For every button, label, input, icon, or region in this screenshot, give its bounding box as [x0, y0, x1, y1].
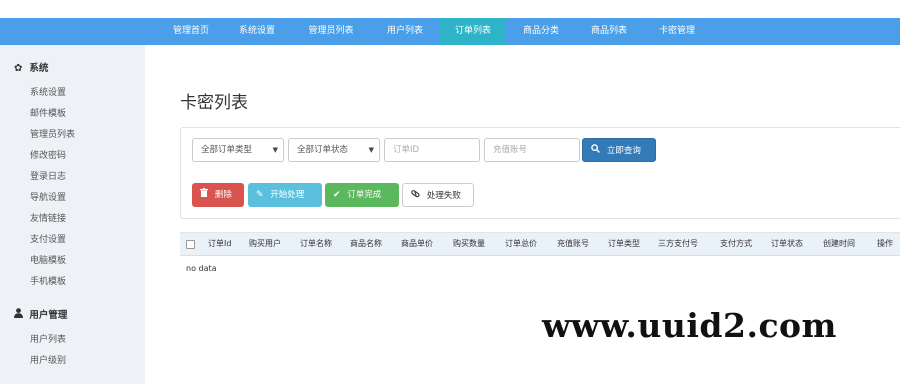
caret-down-icon: ▼	[368, 146, 374, 154]
column-header[interactable]: 订单总价	[505, 232, 537, 256]
top-strip	[0, 0, 900, 18]
column-header[interactable]: 购买数量	[453, 232, 485, 256]
order-type-select-value: 全部订单类型	[201, 145, 253, 155]
sidebar-item-user-list[interactable]: 用户列表	[30, 332, 66, 345]
sidebar-header-system: ✿ 系统	[14, 60, 48, 74]
sidebar-item-nav-settings[interactable]: 导航设置	[30, 190, 66, 203]
column-header[interactable]: 创建时间	[823, 232, 855, 256]
delete-button[interactable]: 删除	[192, 183, 244, 207]
caret-down-icon: ▼	[272, 146, 278, 154]
nav-item-user-list[interactable]: 用户列表	[374, 18, 436, 45]
gear-icon: ✿	[14, 63, 23, 74]
pencil-icon: ✎	[256, 190, 264, 200]
column-header[interactable]: 购买用户	[249, 232, 281, 256]
nav-item-order-list[interactable]: 订单列表	[440, 18, 506, 45]
column-header[interactable]: 三方支付号	[658, 232, 698, 256]
sidebar-item-mobile-template[interactable]: 手机模板	[30, 274, 66, 287]
empty-table-message: no data	[186, 264, 217, 273]
nav-item-admin-home[interactable]: 管理首页	[160, 18, 222, 45]
column-header[interactable]: 商品单价	[401, 232, 433, 256]
sidebar	[0, 45, 145, 384]
order-complete-button[interactable]: ✔ 订单完成	[325, 183, 399, 207]
delete-button-label: 删除	[214, 190, 232, 200]
user-icon	[14, 308, 26, 321]
column-header[interactable]: 订单状态	[771, 232, 803, 256]
query-button-label: 立即查询	[606, 146, 641, 156]
sidebar-item-system-settings[interactable]: 系统设置	[30, 85, 66, 98]
processing-failed-button[interactable]: 处理失败	[402, 183, 474, 207]
column-header[interactable]: 订单类型	[608, 232, 640, 256]
nav-item-card-management[interactable]: 卡密管理	[646, 18, 708, 45]
query-button[interactable]: 立即查询	[582, 138, 656, 162]
sidebar-item-friend-links[interactable]: 友情链接	[30, 211, 66, 224]
column-header[interactable]: 充值账号	[557, 232, 589, 256]
order-status-select[interactable]: 全部订单状态 ▼	[288, 138, 380, 162]
processing-failed-button-label: 处理失败	[426, 191, 461, 201]
sidebar-item-user-level[interactable]: 用户级别	[30, 353, 66, 366]
sidebar-header-users: 用户管理	[14, 307, 67, 321]
column-header[interactable]: 订单Id	[208, 232, 231, 256]
trash-icon	[200, 188, 211, 200]
nav-item-product-category[interactable]: 商品分类	[510, 18, 572, 45]
sidebar-item-login-log[interactable]: 登录日志	[30, 169, 66, 182]
sidebar-item-pc-template[interactable]: 电脑模板	[30, 253, 66, 266]
page-title: 卡密列表	[180, 93, 248, 113]
sidebar-header-system-label: 系统	[29, 63, 49, 74]
nav-item-admin-list[interactable]: 管理员列表	[296, 18, 366, 45]
start-processing-button[interactable]: ✎ 开始处理	[248, 183, 322, 207]
order-id-input[interactable]: 订单ID	[384, 138, 480, 162]
column-header[interactable]: 订单名称	[300, 232, 332, 256]
sidebar-item-email-template[interactable]: 邮件模板	[30, 106, 66, 119]
nav-item-system-settings[interactable]: 系统设置	[226, 18, 288, 45]
pill-icon	[411, 190, 423, 201]
sidebar-header-users-label: 用户管理	[29, 310, 68, 321]
top-navbar: 管理首页 系统设置 管理员列表 用户列表 订单列表 商品分类 商品列表 卡密管理	[0, 18, 900, 45]
sidebar-item-admin-list[interactable]: 管理员列表	[30, 127, 75, 140]
column-header[interactable]: 操作	[877, 232, 893, 256]
order-type-select[interactable]: 全部订单类型 ▼	[192, 138, 284, 162]
nav-item-product-list[interactable]: 商品列表	[578, 18, 640, 45]
recharge-account-input[interactable]: 充值账号	[484, 138, 580, 162]
start-processing-button-label: 开始处理	[270, 190, 305, 200]
watermark: www.uuid2.com	[542, 306, 837, 345]
sidebar-item-payment-settings[interactable]: 支付设置	[30, 232, 66, 245]
order-status-select-value: 全部订单状态	[297, 145, 349, 155]
search-icon	[591, 144, 603, 156]
check-icon: ✔	[333, 190, 341, 200]
select-all-checkbox[interactable]	[186, 240, 195, 249]
column-header[interactable]: 支付方式	[720, 232, 752, 256]
sidebar-item-change-password[interactable]: 修改密码	[30, 148, 66, 161]
column-header[interactable]: 商品名称	[350, 232, 382, 256]
order-complete-button-label: 订单完成	[347, 190, 382, 200]
